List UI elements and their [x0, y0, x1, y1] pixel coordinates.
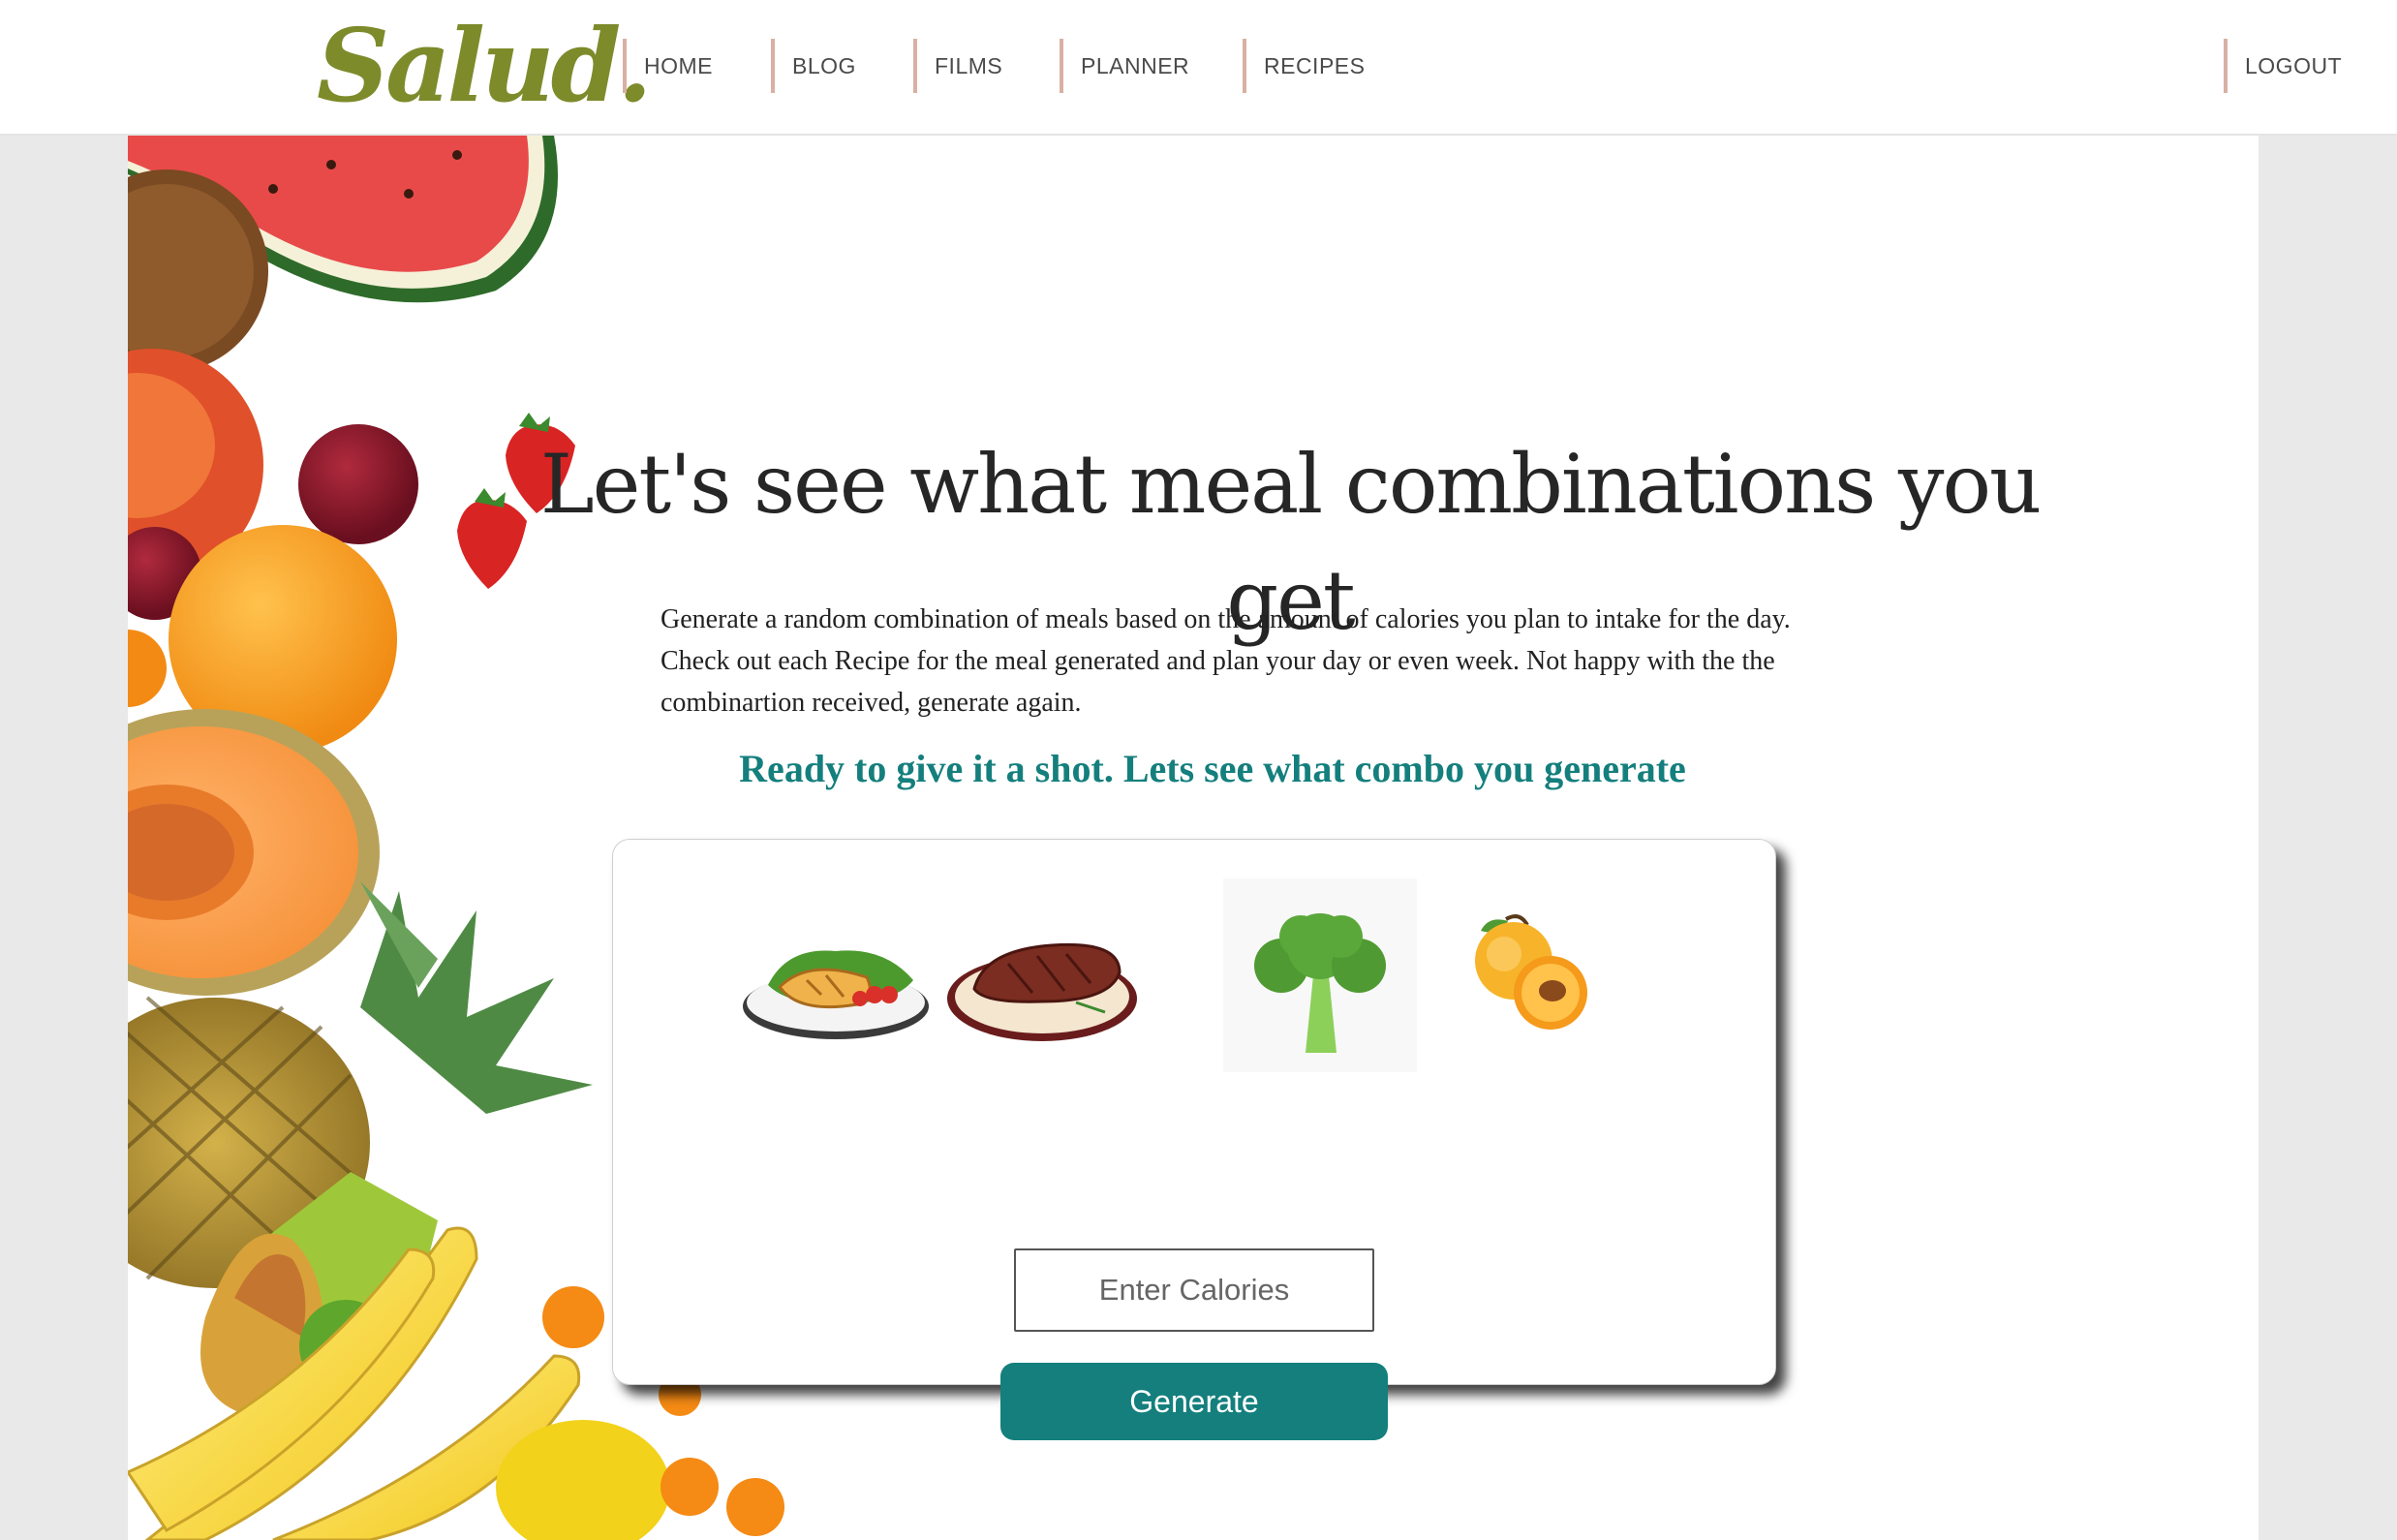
nav-planner[interactable]: PLANNER	[1060, 39, 1189, 93]
meal-generator-card: Generate	[612, 839, 1776, 1440]
generate-button[interactable]: Generate	[1000, 1363, 1388, 1440]
calories-input[interactable]	[1014, 1248, 1374, 1332]
steak-plate-icon	[947, 942, 1137, 1041]
brand-logo[interactable]: Salud.	[317, 6, 653, 126]
intro-text: Generate a random combination of meals b…	[661, 604, 1791, 718]
nav-blog[interactable]: BLOG	[771, 39, 856, 93]
main-panel: Let's see what meal combinations you get…	[128, 136, 2259, 1540]
nav-films[interactable]: FILMS	[913, 39, 1002, 93]
top-navbar: Salud. HOME BLOG FILMS PLANNER RECIPES L…	[0, 0, 2397, 136]
nav-logout[interactable]: LOGOUT	[2224, 39, 2342, 93]
grilled-chicken-plate-icon	[743, 950, 929, 1039]
call-to-action-text: Ready to give it a shot. Lets see what c…	[739, 747, 1686, 790]
nav-home[interactable]: HOME	[623, 39, 713, 93]
nav-recipes[interactable]: RECIPES	[1243, 39, 1365, 93]
peach-icon	[1475, 914, 1587, 1030]
broccoli-icon	[1223, 878, 1417, 1072]
